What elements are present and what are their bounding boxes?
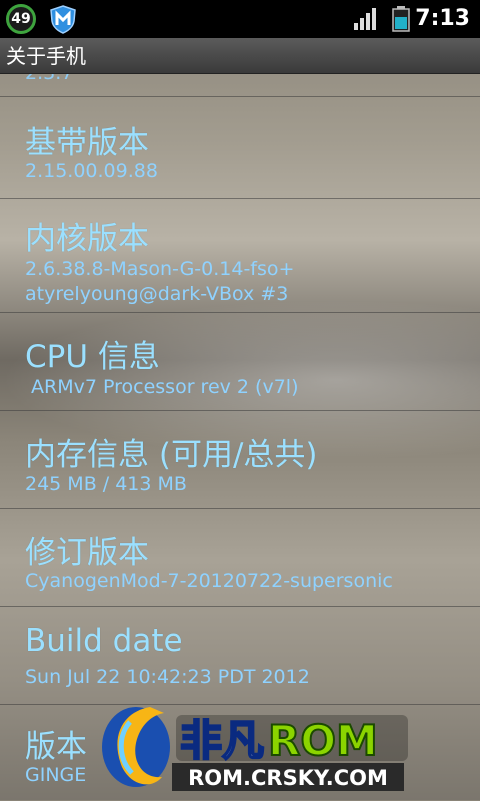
item-title: 基带版本	[25, 125, 149, 161]
svg-text:ROM.CRSKY.COM: ROM.CRSKY.COM	[188, 766, 388, 790]
list-item-partial: 2.3.7	[0, 74, 480, 94]
clock: 7:13	[415, 6, 470, 31]
svg-text:非凡: 非凡	[180, 716, 264, 765]
item-title: 内核版本	[25, 221, 149, 257]
item-summary: 245 MB / 413 MB	[25, 473, 187, 495]
item-summary: 2.15.00.09.88	[25, 160, 158, 182]
list-item-kernel[interactable]: 内核版本 2.6.38.8-Mason-G-0.14-fso+ atyrelyo…	[0, 198, 480, 313]
list-item-mod-version[interactable]: 修订版本 CyanogenMod-7-20120722-supersonic	[0, 508, 480, 607]
item-title: Build date	[25, 623, 183, 659]
signal-strength-icon	[354, 8, 376, 30]
item-title: 内存信息 (可用/总共)	[25, 437, 318, 473]
item-title: 版本	[25, 729, 87, 765]
item-summary: GINGE	[25, 764, 87, 786]
crsky-rom-logo: 非凡 ROM ROM.CRSKY.COM	[102, 707, 408, 791]
security-shield-icon	[50, 5, 76, 34]
list-item-baseband[interactable]: 基带版本 2.15.00.09.88	[0, 96, 480, 199]
item-summary: Sun Jul 22 10:42:23 PDT 2012	[25, 666, 310, 688]
item-summary-line2: atyrelyoung@dark-VBox #3	[25, 283, 289, 305]
page-title: 关于手机	[0, 38, 480, 74]
svg-text:ROM: ROM	[268, 716, 378, 765]
list-item-build-date[interactable]: Build date Sun Jul 22 10:42:23 PDT 2012	[0, 606, 480, 705]
status-bar: 49 7:13	[0, 0, 480, 38]
list-item-cpu[interactable]: CPU 信息 ARMv7 Processor rev 2 (v7l)	[0, 312, 480, 411]
item-summary-line1: 2.6.38.8-Mason-G-0.14-fso+	[25, 258, 295, 280]
item-summary: CyanogenMod-7-20120722-supersonic	[25, 570, 393, 592]
battery-icon	[392, 6, 410, 32]
item-summary: ARMv7 Processor rev 2 (v7l)	[25, 376, 299, 398]
item-title: 修订版本	[25, 535, 149, 571]
list-item-memory[interactable]: 内存信息 (可用/总共) 245 MB / 413 MB	[0, 410, 480, 509]
item-title: CPU 信息	[25, 339, 160, 375]
notification-count-badge: 49	[6, 4, 36, 34]
